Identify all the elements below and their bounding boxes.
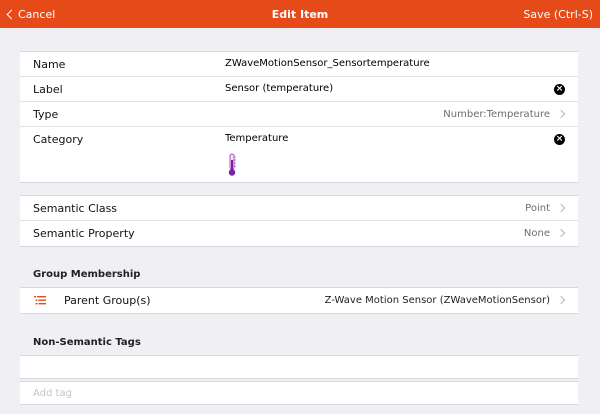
group-membership-title: Group Membership — [33, 269, 141, 280]
cancel-label: Cancel — [18, 7, 56, 21]
clear-category-button[interactable]: × — [554, 134, 565, 145]
label-row[interactable]: Label Sensor (temperature) × — [20, 77, 578, 102]
name-row: Name ZWaveMotionSensor_Sensortemperature — [20, 52, 578, 77]
tags-list — [20, 355, 578, 379]
semantic-class-value: Point — [525, 203, 550, 214]
chevron-left-icon — [6, 9, 17, 19]
chevron-right-icon — [556, 228, 566, 238]
add-tag-field[interactable] — [20, 381, 578, 405]
page-title: Edit Item — [271, 7, 329, 21]
name-label: Name — [33, 58, 66, 71]
category-row: Category Temperature × — [20, 127, 578, 182]
parent-groups-label: Parent Group(s) — [64, 294, 151, 307]
semantic-property-value: None — [523, 228, 550, 239]
type-label: Type — [33, 108, 59, 121]
chevron-right-icon — [556, 203, 566, 213]
category-input[interactable]: Temperature — [225, 133, 288, 144]
semantic-class-label: Semantic Class — [33, 202, 118, 215]
semantic-property-row[interactable]: Semantic Property None — [20, 221, 578, 246]
name-value: ZWaveMotionSensor_Sensortemperature — [225, 58, 430, 69]
label-label: Label — [33, 83, 63, 96]
save-button[interactable]: Save (Ctrl-S) — [523, 0, 593, 28]
clear-label-button[interactable]: × — [554, 84, 565, 95]
type-value: Number:Temperature — [443, 109, 550, 120]
group-membership-group: Parent Group(s) Z-Wave Motion Sensor (ZW… — [20, 287, 578, 314]
item-properties-group: Name ZWaveMotionSensor_Sensortemperature… — [20, 51, 578, 183]
cancel-button[interactable]: Cancel — [2, 0, 55, 28]
tags-title: Non-Semantic Tags — [33, 337, 141, 348]
list-icon — [34, 296, 46, 305]
semantic-class-row[interactable]: Semantic Class Point — [20, 196, 578, 221]
thermometer-icon — [228, 153, 236, 176]
navbar: Cancel Edit Item Save (Ctrl-S) — [0, 0, 600, 28]
semantic-property-label: Semantic Property — [33, 227, 135, 240]
chevron-right-icon — [556, 109, 566, 119]
parent-groups-value: Z-Wave Motion Sensor (ZWaveMotionSensor) — [324, 295, 550, 306]
type-row[interactable]: Type Number:Temperature — [20, 102, 578, 127]
chevron-right-icon — [556, 295, 566, 305]
add-tag-input[interactable] — [20, 382, 578, 404]
label-input[interactable]: Sensor (temperature) — [225, 83, 333, 94]
parent-groups-row[interactable]: Parent Group(s) Z-Wave Motion Sensor (ZW… — [20, 288, 578, 313]
category-label: Category — [33, 133, 84, 146]
semantics-group: Semantic Class Point Semantic Property N… — [20, 195, 578, 247]
